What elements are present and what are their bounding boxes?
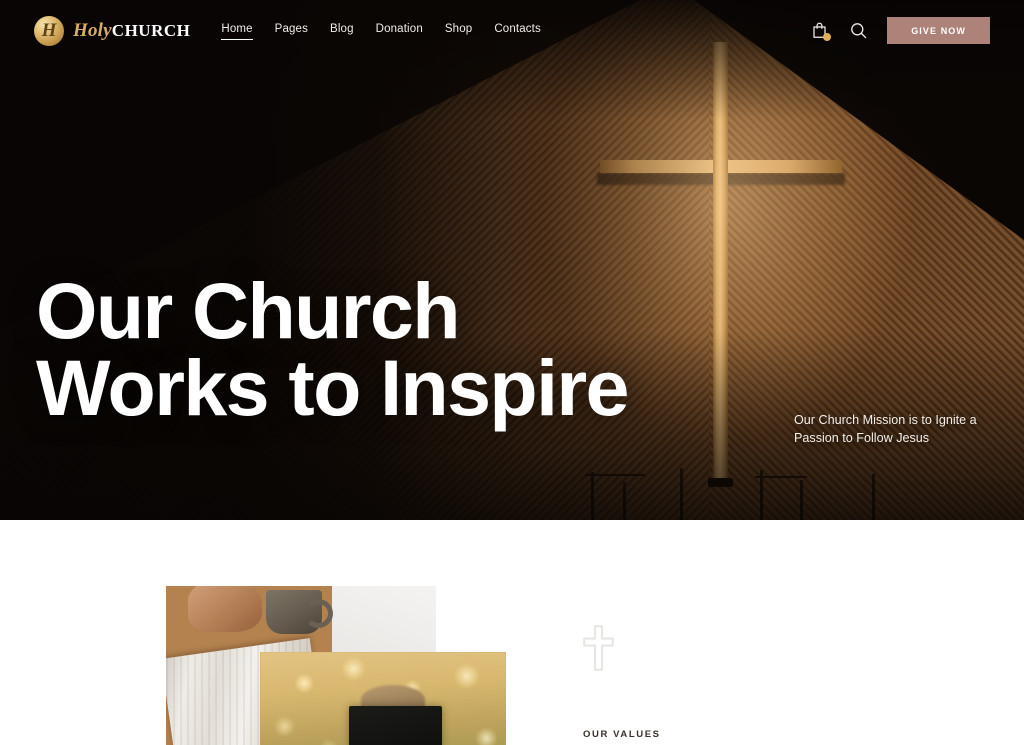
railing-post xyxy=(680,468,683,520)
nav-item-blog[interactable]: Blog xyxy=(330,20,354,41)
hero-title-line-1: Our Church xyxy=(36,266,461,355)
railing-post xyxy=(872,474,875,520)
cross-vertical-beam xyxy=(713,42,728,480)
values-eyebrow-label: OUR VALUES xyxy=(583,729,661,740)
hero-title-line-2: Works to Inspire xyxy=(36,343,630,433)
hand xyxy=(188,586,262,632)
site-logo[interactable]: H HolyCHURCH xyxy=(34,15,190,46)
search-icon[interactable] xyxy=(848,20,868,42)
main-navigation: Home Pages Blog Donation Shop Contacts xyxy=(221,20,541,41)
hero-subtitle: Our Church Mission is to Ignite a Passio… xyxy=(794,413,977,446)
railing-post xyxy=(591,472,594,520)
railing-post xyxy=(800,480,803,520)
brand-wordmark: HolyCHURCH xyxy=(73,20,190,42)
hero-section: H HolyCHURCH Home Pages Blog Donation Sh… xyxy=(0,0,1024,520)
nav-item-shop[interactable]: Shop xyxy=(445,20,472,41)
give-now-button[interactable]: GIVE NOW xyxy=(887,17,990,44)
holy-bible-on-golden-bokeh-photo: HOLY BIBLE xyxy=(260,652,506,745)
nav-item-donation[interactable]: Donation xyxy=(376,20,423,41)
values-text-column: OUR VALUES At Our Church We xyxy=(583,625,983,745)
brand-name-bold: CHURCH xyxy=(111,20,191,40)
railing-rail xyxy=(755,476,807,478)
shopping-bag-icon[interactable] xyxy=(809,20,832,42)
site-header: H HolyCHURCH Home Pages Blog Donation Sh… xyxy=(0,0,1024,61)
nav-item-pages[interactable]: Pages xyxy=(275,20,308,41)
cart-count-badge xyxy=(823,32,832,41)
nav-item-home[interactable]: Home xyxy=(221,20,253,41)
holy-church-monogram-icon: H xyxy=(34,15,64,46)
our-values-section: HOLY BIBLE OUR VALUES At Our Church We xyxy=(0,520,1024,745)
railing-post xyxy=(623,482,626,520)
brand-name-script: Holy xyxy=(73,19,112,41)
railing-rail xyxy=(585,474,645,476)
bible-cover: HOLY BIBLE xyxy=(349,706,442,745)
coffee-mug xyxy=(266,590,333,634)
cross-base xyxy=(708,478,733,487)
nav-item-contacts[interactable]: Contacts xyxy=(494,20,541,41)
hero-title: Our Church Works to Inspire xyxy=(36,271,630,433)
header-actions: GIVE NOW xyxy=(809,17,990,44)
cross-outline-icon xyxy=(583,625,983,676)
